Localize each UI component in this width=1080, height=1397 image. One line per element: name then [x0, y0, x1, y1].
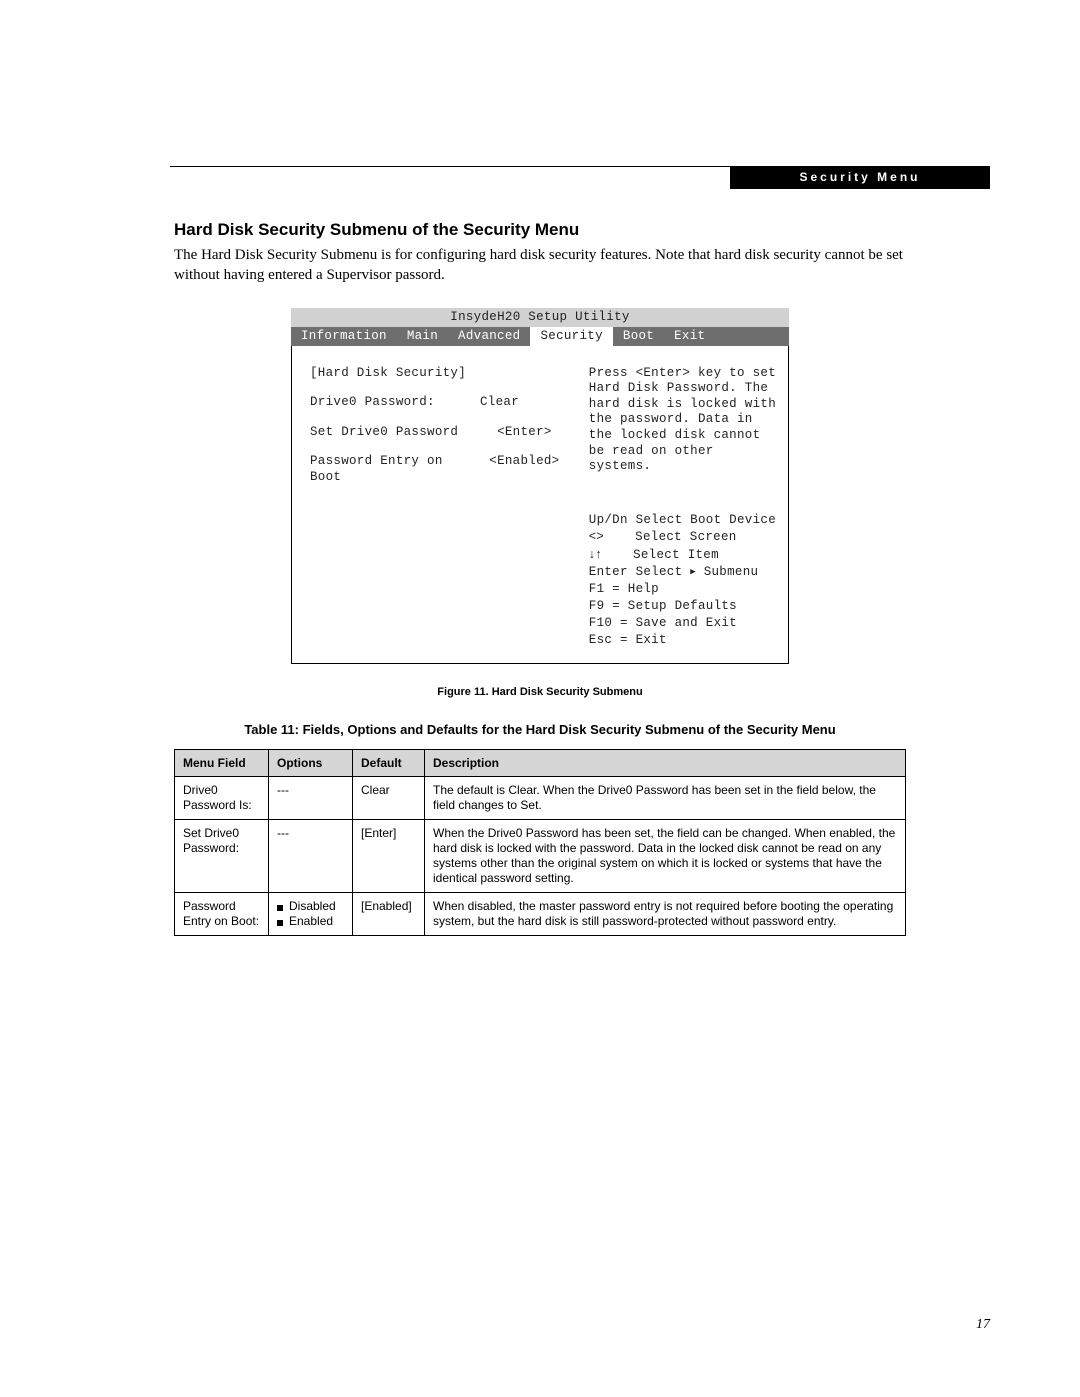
bios-submenu-heading: [Hard Disk Security]	[310, 366, 480, 382]
table-row: Drive0 Password Is: --- Clear The defaul…	[175, 776, 906, 819]
cell-options: ---	[269, 819, 353, 892]
section-breadcrumb: Security Menu	[730, 166, 990, 189]
bios-nav-line: Enter Select ▶ Submenu	[589, 564, 776, 581]
content-area: Hard Disk Security Submenu of the Securi…	[174, 220, 906, 936]
bios-nav-line: ↓↑ Select Item	[589, 546, 776, 564]
table-row: Password Entry on Boot: Disabled Enabled…	[175, 892, 906, 935]
section-title: Hard Disk Security Submenu of the Securi…	[174, 220, 906, 240]
th-default: Default	[353, 749, 425, 776]
manual-page: Security Menu Hard Disk Security Submenu…	[0, 0, 1080, 1397]
th-description: Description	[425, 749, 906, 776]
cell-options: ---	[269, 776, 353, 819]
th-menu-field: Menu Field	[175, 749, 269, 776]
bios-nav-block: Up/Dn Select Boot Device <> Select Scree…	[589, 512, 776, 649]
table-header-row: Menu Field Options Default Description	[175, 749, 906, 776]
bios-label: Drive0 Password:	[310, 395, 480, 411]
bios-value: <Enter>	[480, 425, 569, 441]
bios-left-pane: [Hard Disk Security] Drive0 Password: Cl…	[292, 346, 581, 663]
page-number: 17	[976, 1317, 990, 1333]
bios-nav-line: <> Select Screen	[589, 528, 776, 546]
bios-tab-advanced[interactable]: Advanced	[448, 327, 530, 346]
bios-label: Set Drive0 Password	[310, 425, 480, 441]
bullet-icon	[277, 905, 283, 911]
option-enabled: Enabled	[277, 914, 344, 929]
bios-utility-title: InsydeH20 Setup Utility	[291, 308, 789, 327]
cell-description: The default is Clear. When the Drive0 Pa…	[425, 776, 906, 819]
bios-body: [Hard Disk Security] Drive0 Password: Cl…	[291, 346, 789, 664]
cell-options: Disabled Enabled	[269, 892, 353, 935]
bios-value: <Enabled>	[480, 454, 569, 485]
cell-field: Set Drive0 Password:	[175, 819, 269, 892]
cell-description: When disabled, the master password entry…	[425, 892, 906, 935]
bios-row-password-entry-on-boot[interactable]: Password Entry on Boot <Enabled>	[310, 454, 569, 485]
table-title: Table 11: Fields, Options and Defaults f…	[174, 722, 906, 737]
cell-default: Clear	[353, 776, 425, 819]
bios-tab-bar: Information Main Advanced Security Boot …	[291, 327, 789, 346]
section-intro: The Hard Disk Security Submenu is for co…	[174, 246, 906, 286]
bios-nav-line: F10 = Save and Exit	[589, 615, 776, 632]
bios-help-text: Press <Enter> key to set Hard Disk Passw…	[589, 366, 776, 475]
th-options: Options	[269, 749, 353, 776]
bullet-icon	[277, 920, 283, 926]
bios-row-drive0-password[interactable]: Drive0 Password: Clear	[310, 395, 569, 411]
cell-field: Drive0 Password Is:	[175, 776, 269, 819]
bios-tab-boot[interactable]: Boot	[613, 327, 664, 346]
bios-nav-line: Esc = Exit	[589, 632, 776, 649]
cell-default: [Enter]	[353, 819, 425, 892]
cell-field: Password Entry on Boot:	[175, 892, 269, 935]
bios-tab-exit[interactable]: Exit	[664, 327, 715, 346]
bios-nav-line: Up/Dn Select Boot Device	[589, 512, 776, 529]
bios-tab-main[interactable]: Main	[397, 327, 448, 346]
table-row: Set Drive0 Password: --- [Enter] When th…	[175, 819, 906, 892]
bios-value: Clear	[480, 395, 569, 411]
bios-tab-security[interactable]: Security	[530, 327, 612, 346]
bios-tab-information[interactable]: Information	[291, 327, 397, 346]
bios-screenshot: InsydeH20 Setup Utility Information Main…	[291, 308, 789, 664]
cell-default: [Enabled]	[353, 892, 425, 935]
bios-label: Password Entry on Boot	[310, 454, 480, 485]
bios-row-set-drive0-password[interactable]: Set Drive0 Password <Enter>	[310, 425, 569, 441]
fields-table: Menu Field Options Default Description D…	[174, 749, 906, 936]
figure-caption: Figure 11. Hard Disk Security Submenu	[174, 686, 906, 698]
bios-nav-line: F1 = Help	[589, 581, 776, 598]
bios-nav-line: F9 = Setup Defaults	[589, 598, 776, 615]
cell-description: When the Drive0 Password has been set, t…	[425, 819, 906, 892]
bios-right-pane: Press <Enter> key to set Hard Disk Passw…	[581, 346, 788, 663]
option-disabled: Disabled	[277, 899, 344, 914]
